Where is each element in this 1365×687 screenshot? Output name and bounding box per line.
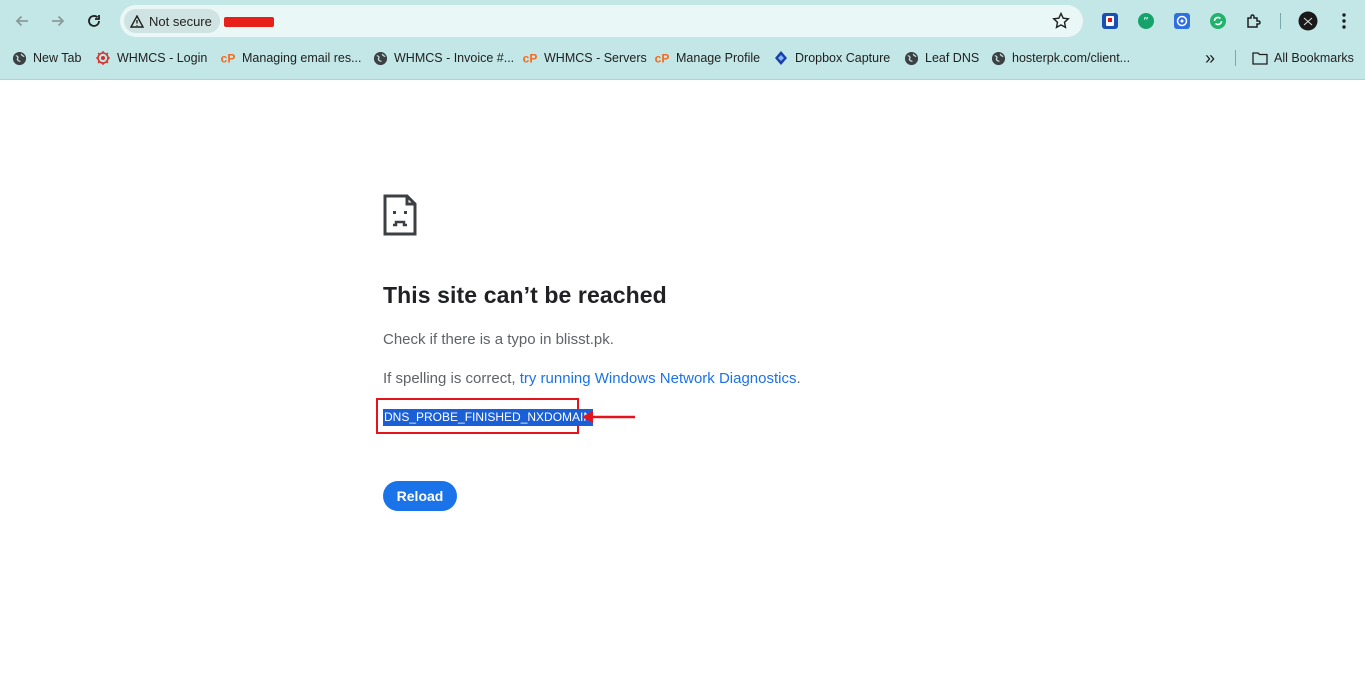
extensions-menu-button[interactable] (1244, 11, 1264, 31)
spelling-hint-prefix: If spelling is correct, (383, 370, 520, 387)
openai-extension-icon (1174, 13, 1190, 29)
bookmark-star-button[interactable] (1051, 11, 1071, 31)
forward-arrow-icon (52, 15, 65, 27)
svg-text:cP: cP (523, 52, 538, 66)
annotation-arrow-icon (582, 411, 635, 423)
puzzle-icon (1247, 14, 1261, 28)
redacted-url (224, 17, 274, 27)
double-chevron-icon: » (1205, 47, 1216, 68)
reload-button[interactable]: Reload (383, 481, 457, 511)
cpanel-icon: cP (220, 50, 236, 66)
bookmark-label: New Tab (33, 51, 82, 65)
globe-icon (903, 50, 919, 66)
forward-button[interactable] (45, 8, 71, 34)
extension-3-button[interactable] (1172, 11, 1192, 31)
cpanel-icon: cP (654, 50, 670, 66)
svg-text:”: ” (1143, 15, 1149, 28)
network-diagnostics-link[interactable]: try running Windows Network Diagnostics (520, 370, 797, 387)
bookmark-item[interactable]: cP WHMCS - Servers (522, 44, 647, 72)
extension-1-button[interactable] (1100, 11, 1120, 31)
back-arrow-icon (15, 15, 28, 27)
refresh-button[interactable] (81, 8, 107, 34)
all-bookmarks-button[interactable]: All Bookmarks (1252, 44, 1354, 72)
bookmark-label: Manage Profile (676, 51, 761, 65)
sad-page-icon (383, 194, 417, 236)
bookmarks-bar: New Tab WHMCS - Login cP Managing email … (0, 44, 1365, 72)
bookmarks-overflow-button[interactable]: » (1205, 44, 1215, 72)
typo-hint: Check if there is a typo in blisst.pk. (383, 331, 614, 348)
svg-text:cP: cP (221, 52, 236, 66)
browser-menu-button[interactable] (1334, 11, 1354, 31)
bookmark-item[interactable]: cP Manage Profile (654, 44, 760, 72)
sync-extension-icon (1210, 13, 1226, 29)
browser-chrome: Not secure ” New Tab WHMCS - Login cP Ma… (0, 0, 1365, 80)
avatar (1298, 11, 1318, 31)
bookmark-item[interactable]: New Tab (11, 44, 81, 72)
bookmark-label: WHMCS - Invoice #... (394, 51, 515, 65)
warning-triangle-icon (130, 14, 144, 28)
address-bar[interactable]: Not secure (120, 5, 1083, 37)
star-icon (1052, 11, 1070, 29)
toolbar-divider (1280, 13, 1281, 29)
bookmark-item[interactable]: hosterpk.com/client... (990, 44, 1130, 72)
bookmark-label: WHMCS - Servers (544, 51, 647, 65)
blue-shield-extension-icon (1102, 13, 1118, 29)
bookmark-item[interactable]: Dropbox Capture (773, 44, 890, 72)
globe-icon (372, 50, 388, 66)
globe-icon (990, 50, 1006, 66)
refresh-icon (88, 15, 100, 27)
profile-avatar-button[interactable] (1298, 11, 1318, 31)
back-button[interactable] (9, 8, 35, 34)
bookmark-item[interactable]: WHMCS - Invoice #... (372, 44, 514, 72)
bookmark-label: Leaf DNS (925, 51, 980, 65)
security-chip[interactable]: Not secure (124, 9, 220, 33)
bookmark-label: hosterpk.com/client... (1012, 51, 1131, 65)
spelling-hint: If spelling is correct, try running Wind… (383, 370, 801, 387)
bookmark-item[interactable]: WHMCS - Login (95, 44, 207, 72)
all-bookmarks-label: All Bookmarks (1274, 51, 1354, 65)
dropbox-icon (773, 50, 789, 66)
error-title: This site can’t be reached (383, 282, 667, 308)
spelling-hint-suffix: . (796, 370, 801, 387)
kebab-menu-icon (1342, 13, 1346, 29)
bookmark-item[interactable]: Leaf DNS (903, 44, 979, 72)
globe-icon (11, 50, 27, 66)
error-code: DNS_PROBE_FINISHED_NXDOMAIN (383, 409, 594, 426)
cpanel-icon: cP (522, 50, 538, 66)
security-chip-label: Not secure (149, 13, 212, 29)
bookmark-item[interactable]: cP Managing email res... (220, 44, 362, 72)
bookmarks-divider (1235, 50, 1236, 66)
whmcs-icon (95, 50, 111, 66)
folder-icon (1252, 50, 1268, 66)
svg-text:cP: cP (655, 52, 670, 66)
quote-extension-icon: ” (1138, 13, 1154, 29)
extension-2-button[interactable]: ” (1136, 11, 1156, 31)
bookmark-label: Dropbox Capture (795, 51, 891, 65)
extension-4-button[interactable] (1208, 11, 1228, 31)
bookmark-label: WHMCS - Login (117, 51, 208, 65)
bookmark-label: Managing email res... (242, 51, 362, 65)
